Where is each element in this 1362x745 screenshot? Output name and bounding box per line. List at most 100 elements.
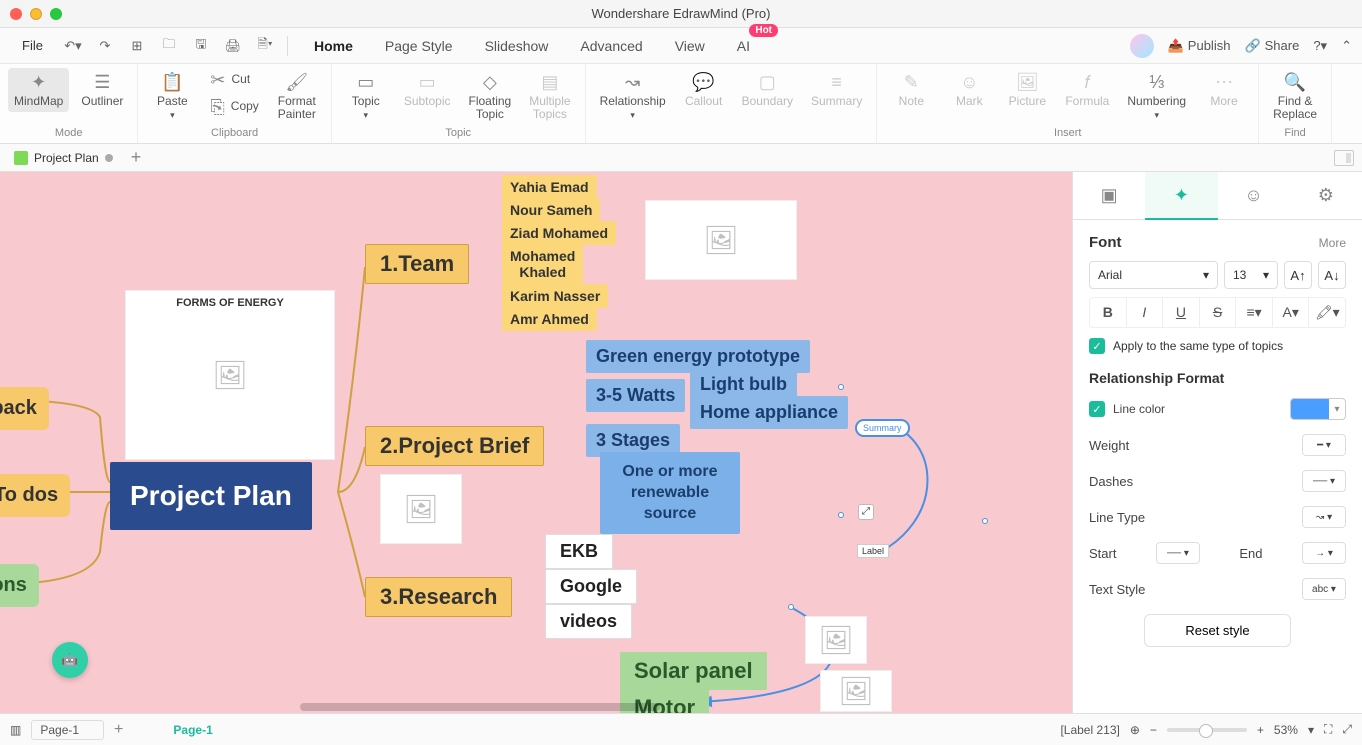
node-member-2[interactable]: Ziad Mohamed xyxy=(502,221,616,245)
save-icon[interactable]: 🖫 xyxy=(187,32,215,60)
redo-icon[interactable]: ↷ xyxy=(91,32,119,60)
avatar[interactable] xyxy=(1130,34,1154,58)
zoom-in-icon[interactable]: + xyxy=(1257,723,1264,737)
numbering-button[interactable]: ⅓Numbering▾ xyxy=(1121,68,1192,125)
panel-tab-ai[interactable]: ✦ xyxy=(1145,172,1217,220)
line-color-swatch[interactable]: ▾ xyxy=(1290,398,1346,420)
dashes-select[interactable]: ── ▾ xyxy=(1302,470,1346,492)
outliner-button[interactable]: ☰Outliner xyxy=(75,68,129,112)
add-tab-button[interactable]: + xyxy=(131,147,142,168)
tab-view[interactable]: View xyxy=(669,32,711,60)
add-page-button[interactable]: + xyxy=(114,721,123,739)
node-feedback[interactable]: edback xyxy=(0,387,49,430)
node-member-5[interactable]: Amr Ahmed xyxy=(502,307,597,331)
node-member-0[interactable]: Yahia Emad xyxy=(502,175,597,199)
apply-same-checkbox[interactable]: ✓ Apply to the same type of topics xyxy=(1089,338,1346,354)
font-size-select[interactable]: 13▾ xyxy=(1224,261,1278,289)
tab-slideshow[interactable]: Slideshow xyxy=(479,32,555,60)
new-icon[interactable]: ⊞ xyxy=(123,32,151,60)
cut-button[interactable]: ✂Cut xyxy=(204,68,264,93)
node-brief[interactable]: 2.Project Brief xyxy=(365,426,544,466)
undo-icon[interactable]: ↶▾ xyxy=(59,32,87,60)
node-renewable[interactable]: One or more renewable source xyxy=(600,452,740,534)
minimize-icon[interactable] xyxy=(30,8,42,20)
zoom-out-icon[interactable]: − xyxy=(1150,723,1157,737)
highlight-button[interactable]: 🖍▾ xyxy=(1309,298,1345,327)
tab-page-style[interactable]: Page Style xyxy=(379,32,459,60)
image-books[interactable] xyxy=(380,474,462,544)
image-team[interactable] xyxy=(645,200,797,280)
floating-topic-button[interactable]: ◇Floating Topic xyxy=(463,68,518,126)
italic-button[interactable]: I xyxy=(1127,298,1164,327)
label-pill[interactable]: Label xyxy=(857,544,889,558)
fit-icon[interactable]: ⛶ xyxy=(1324,722,1332,737)
node-home-appliance[interactable]: Home appliance xyxy=(690,396,848,429)
node-watts[interactable]: 3-5 Watts xyxy=(586,379,685,412)
node-team[interactable]: 1.Team xyxy=(365,244,469,284)
paste-button[interactable]: 📋Paste▾ xyxy=(146,68,198,125)
format-painter-button[interactable]: 🖌Format Painter xyxy=(271,68,323,126)
assistant-fab[interactable]: 🤖 xyxy=(52,642,88,678)
font-family-select[interactable]: Arial▾ xyxy=(1089,261,1218,289)
publish-button[interactable]: 📤 Publish xyxy=(1168,38,1231,54)
panel-tab-settings[interactable]: ⚙ xyxy=(1290,172,1362,220)
node-member-1[interactable]: Nour Sameh xyxy=(502,198,600,222)
page-select[interactable]: Page-1 xyxy=(31,720,104,740)
panel-toggle-icon[interactable] xyxy=(1334,150,1354,166)
font-color-button[interactable]: A▾ xyxy=(1273,298,1310,327)
find-replace-button[interactable]: 🔍Find & Replace xyxy=(1267,68,1323,126)
share-button[interactable]: 🔗 Share xyxy=(1244,38,1299,54)
relationship-button[interactable]: ↝Relationship▾ xyxy=(594,68,672,125)
summary-pill[interactable]: Summary xyxy=(855,419,910,437)
collapse-ribbon-icon[interactable]: ⌃ xyxy=(1341,38,1352,54)
file-menu[interactable]: File xyxy=(10,34,55,57)
align-button[interactable]: ≡▾ xyxy=(1236,298,1273,327)
more-link[interactable]: More xyxy=(1319,236,1346,250)
topic-button[interactable]: ▭Topic▾ xyxy=(340,68,392,125)
horizontal-scrollbar[interactable] xyxy=(300,703,660,711)
open-icon[interactable]: 🗀 xyxy=(155,32,183,60)
zoom-slider[interactable] xyxy=(1167,728,1247,732)
document-tab[interactable]: Project Plan xyxy=(6,151,121,165)
selection-handle[interactable] xyxy=(838,512,844,518)
node-todos[interactable]: To dos xyxy=(0,474,70,517)
tab-home[interactable]: Home xyxy=(308,32,359,60)
center-icon[interactable]: ⊕ xyxy=(1130,723,1140,737)
decrease-font-button[interactable]: A↓ xyxy=(1318,261,1346,289)
tab-advanced[interactable]: Advanced xyxy=(574,32,648,60)
fullscreen-icon[interactable]: ⤢ xyxy=(1342,722,1352,737)
image-motor[interactable] xyxy=(820,670,892,712)
canvas[interactable]: edback To dos stions FORMS OF ENERGY Pro… xyxy=(0,172,1072,713)
node-solar[interactable]: Solar panel xyxy=(620,652,767,690)
image-forms-of-energy[interactable]: FORMS OF ENERGY xyxy=(125,290,335,460)
print-icon[interactable]: 🖨 xyxy=(219,32,247,60)
bold-button[interactable]: B xyxy=(1090,298,1127,327)
reset-style-button[interactable]: Reset style xyxy=(1144,614,1290,647)
maximize-icon[interactable] xyxy=(50,8,62,20)
start-arrow-select[interactable]: ── ▾ xyxy=(1156,542,1200,564)
selection-handle[interactable] xyxy=(838,384,844,390)
panel-tab-icon[interactable]: ☺ xyxy=(1218,172,1290,220)
underline-button[interactable]: U xyxy=(1163,298,1200,327)
selection-handle[interactable] xyxy=(982,518,988,524)
weight-select[interactable]: ━ ▾ xyxy=(1302,434,1346,456)
node-google[interactable]: Google xyxy=(545,569,637,604)
tab-ai[interactable]: AIHot xyxy=(731,32,756,60)
chevron-down-icon[interactable]: ▾ xyxy=(1308,723,1314,737)
image-solar-panel[interactable] xyxy=(805,616,867,664)
text-style-select[interactable]: abc ▾ xyxy=(1302,578,1346,600)
increase-font-button[interactable]: A↑ xyxy=(1284,261,1312,289)
node-videos[interactable]: videos xyxy=(545,604,632,639)
node-research[interactable]: 3.Research xyxy=(365,577,512,617)
copy-button[interactable]: ⎘Copy xyxy=(204,95,264,120)
node-central[interactable]: Project Plan xyxy=(110,462,312,530)
node-member-3[interactable]: Mohamed Khaled xyxy=(502,244,583,284)
node-ekb[interactable]: EKB xyxy=(545,534,613,569)
pages-icon[interactable]: ▥ xyxy=(10,723,21,737)
line-type-select[interactable]: ↝ ▾ xyxy=(1302,506,1346,528)
close-icon[interactable] xyxy=(10,8,22,20)
node-member-4[interactable]: Karim Nasser xyxy=(502,284,608,308)
strike-button[interactable]: S xyxy=(1200,298,1237,327)
export-icon[interactable]: 🗎▾ xyxy=(251,32,279,60)
selection-handle[interactable] xyxy=(788,604,794,610)
